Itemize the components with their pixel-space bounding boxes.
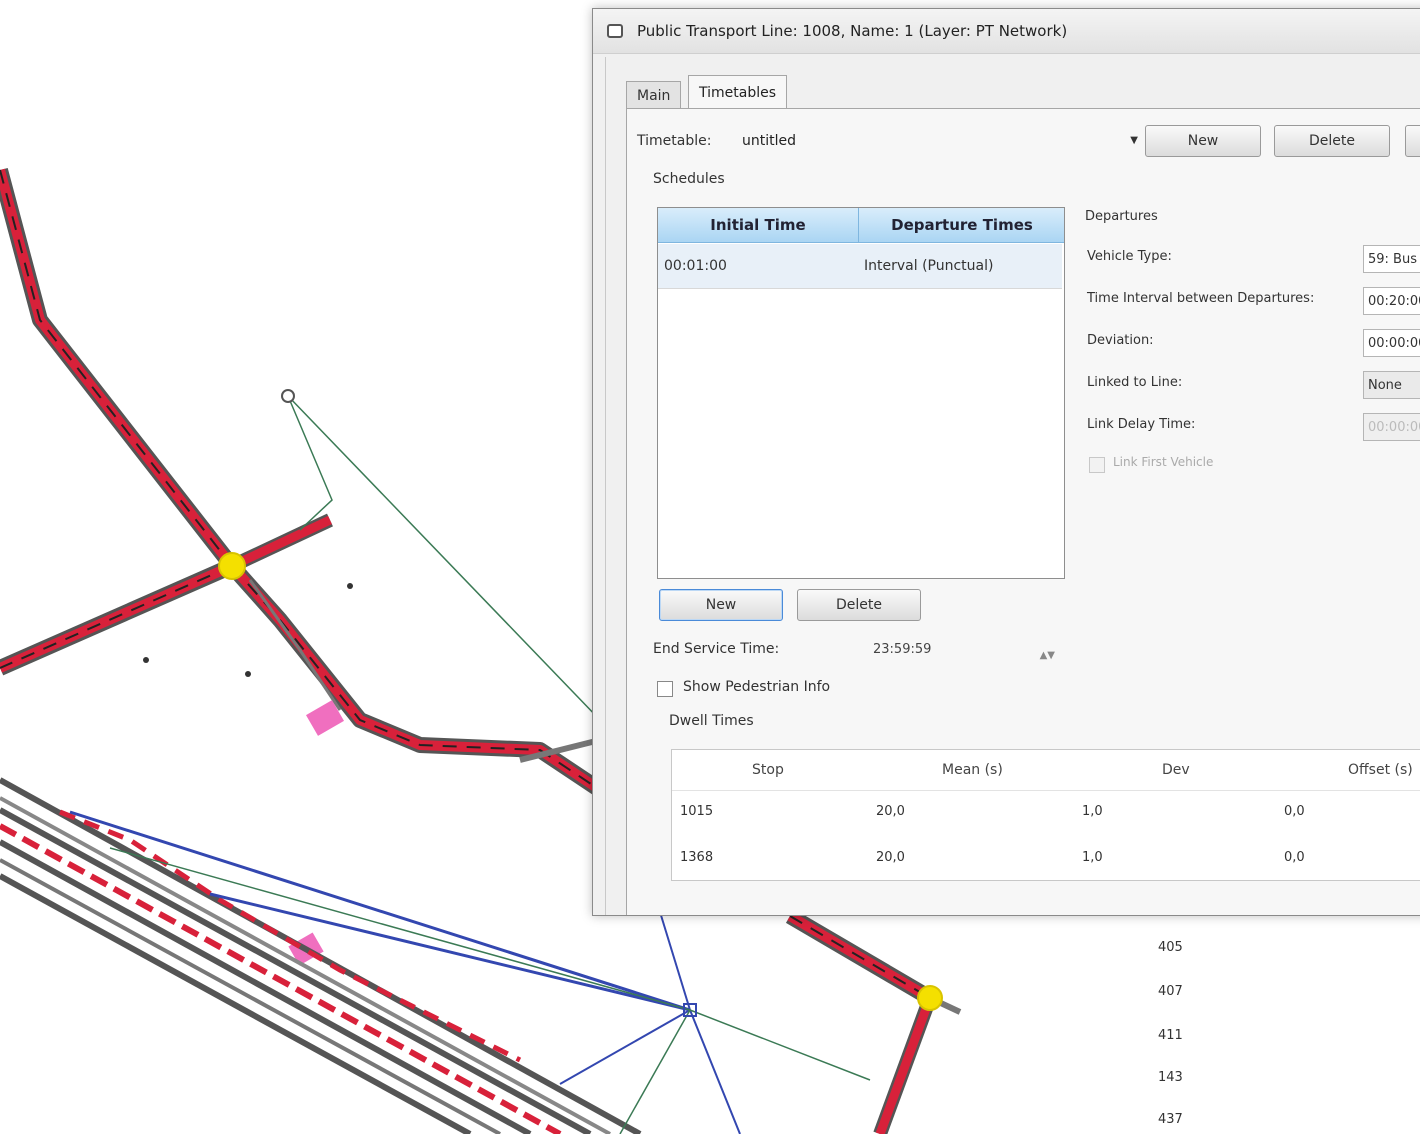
column-header-mean[interactable]: Mean (s)	[942, 750, 1003, 790]
tab-timetables[interactable]: Timetables	[688, 75, 788, 110]
cell-dev: 1,0	[1082, 850, 1103, 865]
link-first-vehicle-label: Link First Vehicle	[1113, 455, 1214, 469]
dialog-title: Public Transport Line: 1008, Name: 1 (La…	[637, 22, 1068, 40]
table-row[interactable]: 1015 20,0 1,0 0,0	[672, 790, 1420, 834]
dialog-client: Main Timetables Timetable: untitled ▼ Ne…	[605, 57, 1420, 915]
timetable-value: untitled	[742, 133, 797, 149]
column-header-stop[interactable]: Stop	[752, 750, 784, 790]
column-header-offset[interactable]: Offset (s)	[1348, 750, 1413, 790]
timetable-extra-button[interactable]	[1405, 125, 1420, 157]
road-segment[interactable]	[0, 167, 239, 571]
cell-dev: 1,0	[1082, 804, 1103, 819]
road-segment[interactable]	[785, 909, 962, 1134]
vehicle-type-label: Vehicle Type:	[1087, 249, 1172, 264]
column-header-departure-times[interactable]: Departure Times	[860, 208, 1064, 242]
schedule-new-button[interactable]: New	[659, 589, 783, 621]
cell-offset: 0,0	[1284, 804, 1305, 819]
interval-input[interactable]: 00:20:00	[1363, 287, 1420, 315]
dialog-titlebar[interactable]: Public Transport Line: 1008, Name: 1 (La…	[593, 9, 1420, 54]
node-marker[interactable]	[218, 552, 246, 580]
end-service-label: End Service Time:	[653, 641, 780, 657]
deviation-label: Deviation:	[1087, 333, 1154, 348]
cell-mean: 20,0	[876, 804, 905, 819]
node-marker[interactable]	[917, 985, 943, 1011]
link-delay-label: Link Delay Time:	[1087, 417, 1196, 432]
timetable-label: Timetable:	[637, 133, 712, 149]
departures-group-label: Departures	[1085, 209, 1158, 224]
pt-line-dialog: Public Transport Line: 1008, Name: 1 (La…	[592, 8, 1420, 916]
vehicle-type-select[interactable]: 59: Bus	[1363, 245, 1420, 273]
schedules-header: Initial Time Departure Times	[658, 208, 1064, 243]
dwell-times-table: Stop Mean (s) Dev Offset (s) 1015 20,0 1…	[671, 749, 1420, 881]
end-service-time-input[interactable]: 23:59:59 ▲▼	[871, 635, 1057, 665]
motorway[interactable]	[0, 777, 642, 1134]
timetables-panel: Timetable: untitled ▼ New Delete Schedul…	[626, 108, 1420, 915]
dwell-group-label: Dwell Times	[669, 713, 754, 729]
map-label: 143	[1158, 1070, 1183, 1085]
timetable-select[interactable]: untitled ▼	[737, 126, 1149, 154]
road-segment[interactable]	[226, 560, 605, 797]
linked-line-select[interactable]: None	[1363, 371, 1420, 399]
show-pedestrian-label: Show Pedestrian Info	[683, 679, 831, 695]
cell-stop: 1368	[680, 850, 714, 865]
table-row[interactable]: 1368 20,0 1,0 0,0	[672, 836, 1420, 880]
deviation-input[interactable]: 00:00:00	[1363, 329, 1420, 357]
cell-stop: 1015	[680, 804, 714, 819]
schedules-group-label: Schedules	[653, 171, 725, 187]
column-header-initial-time[interactable]: Initial Time	[658, 208, 859, 242]
end-service-value: 23:59:59	[873, 642, 932, 657]
connector-lines	[143, 389, 601, 721]
link-delay-input[interactable]: 00:00:00	[1363, 413, 1420, 441]
road-segment[interactable]	[229, 513, 333, 573]
road-segment[interactable]	[0, 558, 236, 676]
timetable-delete-button[interactable]: Delete	[1274, 125, 1390, 157]
map-label: 437	[1158, 1112, 1183, 1127]
map-label: 411	[1158, 1028, 1183, 1043]
spin-updown-icon[interactable]: ▲▼	[1040, 641, 1055, 671]
map-label: 405	[1158, 940, 1183, 955]
map-label: 407	[1158, 984, 1183, 999]
link-first-vehicle-checkbox[interactable]	[1089, 457, 1105, 473]
cell-mean: 20,0	[876, 850, 905, 865]
schedule-delete-button[interactable]: Delete	[797, 589, 921, 621]
window-icon	[607, 24, 623, 38]
dropdown-arrow-icon: ▼	[1130, 135, 1138, 146]
interval-label: Time Interval between Departures:	[1087, 291, 1315, 306]
cell-initial-time: 00:01:00	[664, 258, 727, 274]
column-header-dev[interactable]: Dev	[1162, 750, 1190, 790]
schedules-table: Initial Time Departure Times 00:01:00 In…	[657, 207, 1065, 579]
table-row[interactable]: 00:01:00 Interval (Punctual)	[658, 244, 1062, 289]
tab-main[interactable]: Main	[626, 81, 682, 110]
cell-departure-times: Interval (Punctual)	[864, 258, 994, 274]
timetable-new-button[interactable]: New	[1145, 125, 1261, 157]
cell-offset: 0,0	[1284, 850, 1305, 865]
linked-line-label: Linked to Line:	[1087, 375, 1183, 390]
show-pedestrian-checkbox[interactable]	[657, 681, 673, 697]
dwell-header: Stop Mean (s) Dev Offset (s)	[672, 750, 1420, 791]
